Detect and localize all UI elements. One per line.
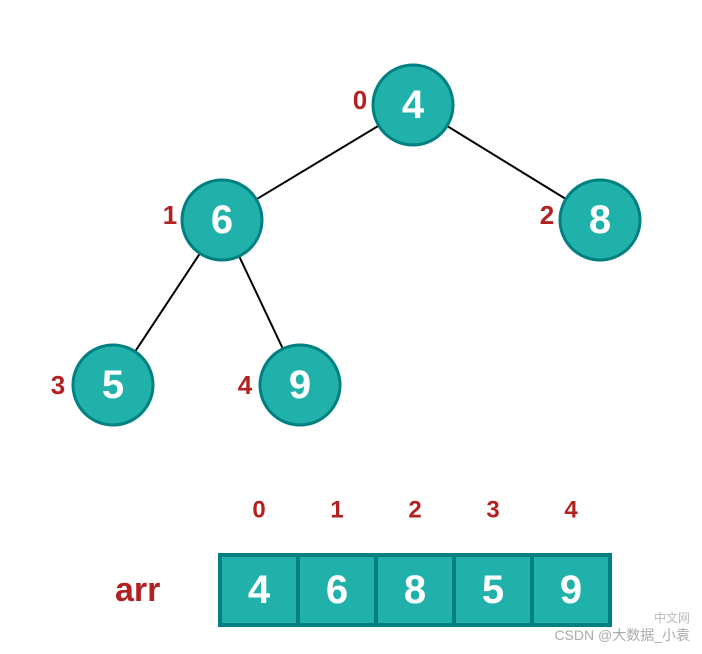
- array-label: arr: [115, 571, 160, 609]
- watermark-line1: 中文网: [654, 610, 690, 625]
- array-index-label: 2: [408, 497, 421, 524]
- array-cell-value: 4: [248, 568, 271, 612]
- array-index-row: 0 1 2 3 4: [252, 497, 578, 524]
- tree-node-value: 8: [589, 198, 611, 242]
- watermark-line2: CSDN @大数据_小袁: [554, 627, 690, 643]
- tree-node-value: 9: [289, 363, 311, 407]
- array-cell-value: 8: [404, 568, 426, 612]
- tree-edges: [113, 105, 600, 385]
- tree-index-label: 0: [353, 85, 367, 115]
- array-cell-value: 9: [560, 568, 582, 612]
- array-index-label: 3: [486, 497, 499, 524]
- tree-node-value: 6: [211, 198, 233, 242]
- tree-node-value: 4: [402, 83, 425, 127]
- array-index-label: 1: [330, 497, 343, 524]
- array-cells: 4 6 8 5 9: [220, 555, 610, 625]
- tree-index-label: 3: [51, 370, 65, 400]
- array-representation: arr 0 1 2 3 4 4 6 8 5 9: [115, 497, 610, 626]
- tree-nodes: 4 6 8 5 9: [73, 65, 640, 425]
- tree-node-value: 5: [102, 363, 124, 407]
- tree-index-label: 4: [238, 370, 253, 400]
- array-cell-value: 5: [482, 568, 504, 612]
- array-index-label: 4: [564, 497, 578, 524]
- array-index-label: 0: [252, 497, 265, 524]
- array-cell-value: 6: [326, 568, 348, 612]
- tree-index-label: 1: [163, 200, 177, 230]
- heap-diagram: 4 6 8 5 9 0 1 2 3 4 arr 0 1 2 3 4 4 6 8 5 9 中文网 CSDN @大数…: [0, 0, 702, 654]
- tree-index-label: 2: [540, 200, 554, 230]
